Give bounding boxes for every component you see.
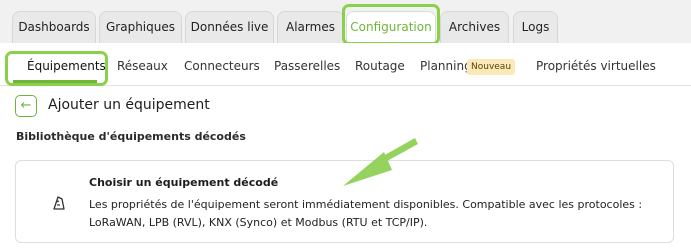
- subtab-proprietes-virtuelles[interactable]: Propriétés virtuelles: [536, 59, 656, 73]
- tab-label: Archives: [448, 20, 501, 34]
- choose-decoded-device-card[interactable]: Choisir un équipement décodé Les proprié…: [15, 160, 674, 243]
- library-section-label: Bibliothèque d'équipements décodés: [16, 130, 246, 143]
- subtab-connecteurs[interactable]: Connecteurs: [184, 59, 260, 73]
- tab-archives[interactable]: Archives: [440, 11, 509, 43]
- main-content: Équipements Réseaux Connecteurs Passerel…: [0, 43, 691, 250]
- subtab-planning[interactable]: Planning: [420, 59, 472, 73]
- subtab-passerelles[interactable]: Passerelles: [274, 59, 340, 73]
- tab-label: Graphiques: [106, 20, 175, 34]
- sub-tab-bar: Équipements Réseaux Connecteurs Passerel…: [0, 43, 691, 86]
- tab-label: Dashboards: [18, 20, 90, 34]
- subtab-reseaux[interactable]: Réseaux: [117, 59, 168, 73]
- equipements-subtab-highlight: [5, 51, 108, 86]
- configuration-tab-highlight: [342, 4, 440, 45]
- tab-label: Logs: [521, 20, 550, 34]
- tab-label: Alarmes: [286, 20, 335, 34]
- device-icon: [53, 196, 65, 210]
- page-title: Ajouter un équipement: [48, 97, 210, 113]
- tab-label: Données live: [190, 20, 269, 34]
- card-title: Choisir un équipement décodé: [89, 176, 279, 189]
- tab-graphiques[interactable]: Graphiques: [99, 11, 182, 43]
- arrow-left-icon: ←: [20, 98, 32, 113]
- tab-alarmes[interactable]: Alarmes: [277, 11, 344, 43]
- card-description: Les propriétés de l'équipement seront im…: [89, 198, 643, 229]
- tab-donnees-live[interactable]: Données live: [185, 11, 274, 43]
- main-tab-bar: Dashboards Graphiques Données live Alarm…: [0, 0, 691, 45]
- back-button[interactable]: ←: [15, 95, 37, 117]
- subtab-routage[interactable]: Routage: [355, 59, 405, 73]
- new-badge: Nouveau: [467, 59, 516, 75]
- tab-logs[interactable]: Logs: [513, 11, 558, 43]
- tab-dashboards[interactable]: Dashboards: [12, 11, 96, 43]
